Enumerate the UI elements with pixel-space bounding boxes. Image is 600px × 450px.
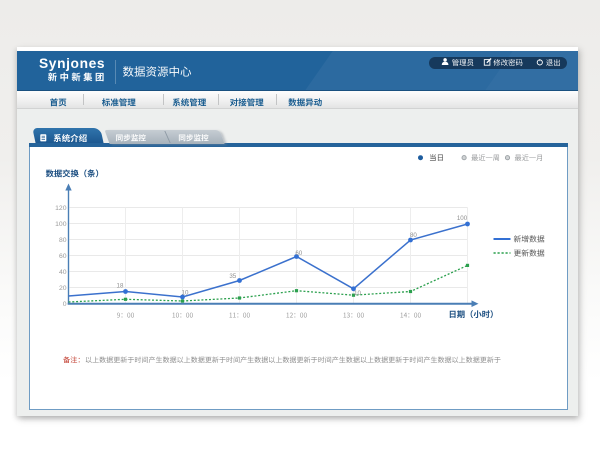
svg-text:35: 35 bbox=[229, 273, 236, 280]
svg-text:100: 100 bbox=[457, 215, 468, 222]
svg-text:60: 60 bbox=[295, 250, 302, 257]
svg-text:120: 120 bbox=[55, 205, 67, 212]
svg-text:40: 40 bbox=[59, 269, 67, 276]
svg-text:Synjones: Synjones bbox=[39, 56, 105, 71]
svg-text:80: 80 bbox=[410, 232, 417, 239]
svg-text:20: 20 bbox=[59, 285, 67, 292]
svg-text:80: 80 bbox=[59, 237, 67, 244]
svg-text:10: 10 bbox=[354, 290, 361, 297]
svg-text:10: 10 bbox=[182, 290, 189, 297]
svg-text:100: 100 bbox=[55, 221, 67, 228]
svg-text:60: 60 bbox=[59, 253, 67, 260]
svg-text:0: 0 bbox=[63, 301, 67, 308]
svg-text:18: 18 bbox=[117, 282, 124, 289]
